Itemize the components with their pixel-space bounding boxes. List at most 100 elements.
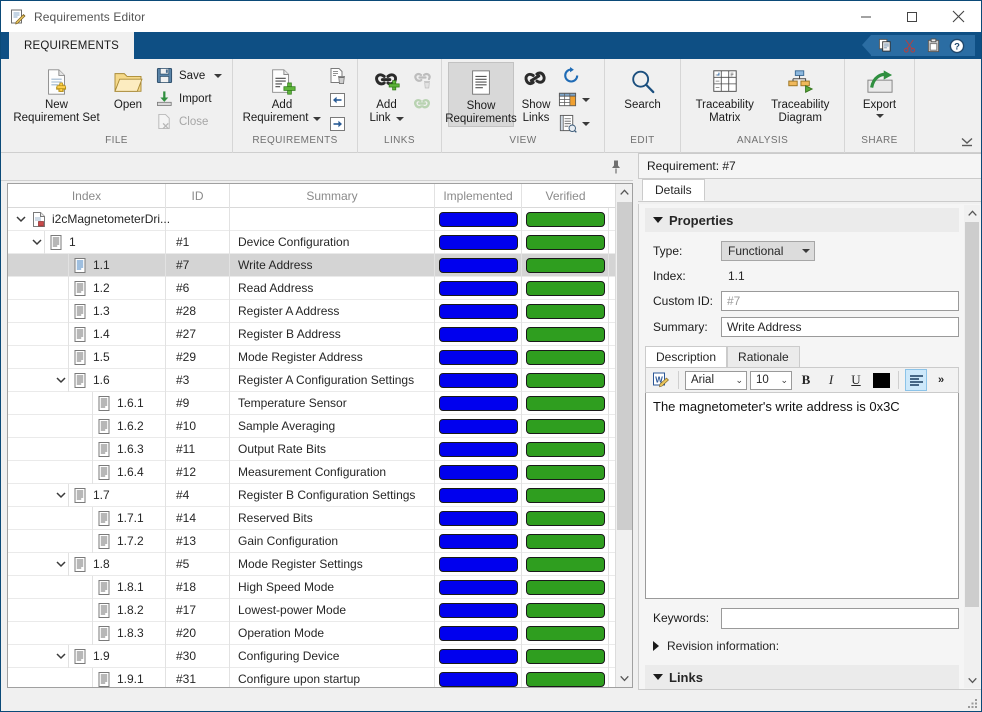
column-header-implemented[interactable]: Implemented — [435, 184, 522, 208]
cell-id[interactable]: #20 — [166, 621, 230, 645]
cell-implemented[interactable] — [435, 529, 522, 553]
add-requirement-dropdown-caret[interactable] — [313, 116, 322, 121]
open-in-word-icon[interactable]: W — [650, 369, 672, 391]
cell-summary[interactable]: Register B Configuration Settings — [230, 483, 435, 507]
cell-summary[interactable]: Reserved Bits — [230, 506, 435, 530]
cell-id[interactable]: #13 — [166, 529, 230, 553]
cell-index[interactable]: 1.4 — [8, 322, 166, 346]
column-header-verified[interactable]: Verified — [522, 184, 609, 208]
cell-id[interactable]: #7 — [166, 253, 230, 277]
scroll-up-icon[interactable] — [964, 205, 980, 221]
description-text[interactable]: The magnetometer's write address is 0x3C — [645, 393, 959, 599]
table-row[interactable]: 1.6.4 #12 Measurement Configuration — [8, 460, 632, 484]
refresh-icon[interactable] — [558, 64, 584, 87]
cell-verified[interactable] — [522, 552, 609, 576]
cell-id[interactable]: #31 — [166, 667, 230, 687]
cell-id[interactable]: #29 — [166, 345, 230, 369]
cell-implemented[interactable] — [435, 437, 522, 461]
scroll-down-icon[interactable] — [964, 672, 980, 688]
cell-id[interactable]: #14 — [166, 506, 230, 530]
toolbar-overflow-button[interactable]: » — [930, 369, 952, 391]
cell-summary[interactable]: Operation Mode — [230, 621, 435, 645]
traceability-diagram-button[interactable]: Traceability Diagram — [763, 62, 839, 125]
cell-implemented[interactable] — [435, 207, 522, 231]
table-row[interactable]: 1.8 #5 Mode Register Settings — [8, 552, 632, 576]
table-row[interactable]: 1.8.3 #20 Operation Mode — [8, 621, 632, 645]
cell-implemented[interactable] — [435, 368, 522, 392]
expand-triangle-icon[interactable] — [653, 641, 659, 651]
cell-verified[interactable] — [522, 644, 609, 668]
cell-id[interactable]: #4 — [166, 483, 230, 507]
chevron-down-icon[interactable] — [802, 248, 810, 253]
cell-verified[interactable] — [522, 667, 609, 687]
table-row[interactable]: 1.7 #4 Register B Configuration Settings — [8, 483, 632, 507]
search-button[interactable]: Search — [613, 62, 673, 112]
cell-index[interactable]: 1.8.1 — [8, 575, 166, 599]
cell-verified[interactable] — [522, 368, 609, 392]
cell-id[interactable]: #30 — [166, 644, 230, 668]
cell-index[interactable]: 1.6.2 — [8, 414, 166, 438]
cell-id[interactable]: #12 — [166, 460, 230, 484]
report-icon[interactable] — [558, 112, 598, 135]
cell-id[interactable] — [166, 207, 230, 231]
show-requirements-button[interactable]: Show Requirements — [445, 62, 517, 127]
columns-icon[interactable] — [558, 88, 598, 111]
cell-implemented[interactable] — [435, 644, 522, 668]
promote-icon[interactable] — [325, 88, 351, 111]
table-row[interactable]: 1.8.2 #17 Lowest-power Mode — [8, 598, 632, 622]
details-scroll-thumb[interactable] — [965, 222, 979, 607]
cell-summary[interactable]: Temperature Sensor — [230, 391, 435, 415]
cell-index[interactable]: 1.8.2 — [8, 598, 166, 622]
cell-verified[interactable] — [522, 483, 609, 507]
column-header-id[interactable]: ID — [166, 184, 230, 208]
cell-implemented[interactable] — [435, 483, 522, 507]
collapse-triangle-icon[interactable] — [653, 217, 663, 223]
cell-verified[interactable] — [522, 345, 609, 369]
close-file-button[interactable]: Close — [150, 110, 226, 133]
cell-index[interactable]: 1.7.1 — [8, 506, 166, 530]
add-link-button[interactable]: Add Link — [364, 62, 409, 125]
expand-collapse-icon[interactable] — [54, 484, 68, 507]
cell-index[interactable]: 1.6.4 — [8, 460, 166, 484]
scroll-down-icon[interactable] — [616, 670, 632, 687]
column-header-index[interactable]: Index — [8, 184, 166, 208]
table-row[interactable]: 1.3 #28 Register A Address — [8, 299, 632, 323]
cell-verified[interactable] — [522, 299, 609, 323]
cut-icon[interactable] — [897, 35, 921, 56]
export-button[interactable]: Export — [851, 62, 908, 118]
cell-id[interactable]: #1 — [166, 230, 230, 254]
cell-id[interactable]: #10 — [166, 414, 230, 438]
cell-summary[interactable]: Register B Address — [230, 322, 435, 346]
italic-button[interactable]: I — [820, 369, 842, 391]
cell-verified[interactable] — [522, 230, 609, 254]
cell-implemented[interactable] — [435, 552, 522, 576]
cell-implemented[interactable] — [435, 299, 522, 323]
table-row[interactable]: 1.9 #30 Configuring Device — [8, 644, 632, 668]
table-row[interactable]: 1.6.2 #10 Sample Averaging — [8, 414, 632, 438]
cell-summary[interactable]: Mode Register Address — [230, 345, 435, 369]
keywords-input[interactable] — [721, 607, 959, 629]
cell-index[interactable]: 1.6.3 — [8, 437, 166, 461]
cell-summary[interactable]: Sample Averaging — [230, 414, 435, 438]
align-left-icon[interactable] — [905, 369, 927, 391]
cell-implemented[interactable] — [435, 345, 522, 369]
expand-collapse-icon[interactable] — [54, 553, 68, 576]
cell-index[interactable]: 1.2 — [8, 276, 166, 300]
cell-index[interactable]: 1.5 — [8, 345, 166, 369]
table-row[interactable]: 1.7.1 #14 Reserved Bits — [8, 506, 632, 530]
cell-index[interactable]: 1 — [8, 230, 166, 254]
traceability-matrix-button[interactable]: Traceability Matrix — [687, 62, 763, 125]
cell-id[interactable]: #3 — [166, 368, 230, 392]
cell-implemented[interactable] — [435, 391, 522, 415]
cell-summary[interactable]: Device Configuration — [230, 230, 435, 254]
table-scroll-thumb[interactable] — [617, 202, 632, 530]
cell-summary[interactable]: Gain Configuration — [230, 529, 435, 553]
type-select[interactable]: Functional — [721, 240, 815, 261]
new-requirement-set-button[interactable]: New Requirement Set — [7, 62, 106, 125]
cell-summary[interactable]: Lowest-power Mode — [230, 598, 435, 622]
cell-implemented[interactable] — [435, 276, 522, 300]
links-section-header[interactable]: Links — [645, 665, 959, 689]
cell-implemented[interactable] — [435, 414, 522, 438]
cell-summary[interactable]: Configure upon startup — [230, 667, 435, 687]
cell-summary[interactable]: Configuring Device — [230, 644, 435, 668]
